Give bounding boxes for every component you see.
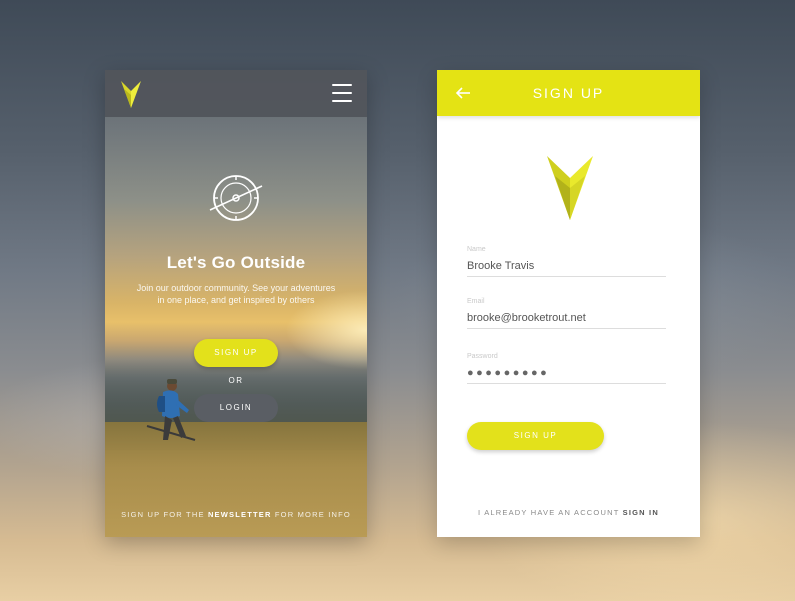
or-divider-text: OR (228, 376, 244, 385)
hero-subtitle-line: in one place, and get inspired by others (157, 295, 315, 305)
email-input[interactable]: brooke@brooketrout.net (467, 311, 666, 325)
footer-text: SIGN UP FOR THE (121, 510, 208, 519)
email-underline (467, 328, 666, 329)
password-field[interactable]: Password ●●●●●●●●● (467, 353, 666, 384)
hero-subtitle-line: Join our outdoor community. See your adv… (136, 283, 336, 293)
footer-text: I ALREADY HAVE AN ACCOUNT (478, 508, 623, 517)
name-field[interactable]: Name Brooke Travis (467, 246, 666, 277)
login-button[interactable]: LOGIN (194, 394, 278, 422)
name-label: Name (467, 246, 486, 253)
signup-header: SIGN UP (437, 70, 700, 116)
hero-subtitle: Join our outdoor community. See your adv… (125, 282, 347, 306)
signup-button[interactable]: SIGN UP (194, 339, 278, 367)
v-arrow-logo-icon (547, 156, 593, 220)
top-nav-bar (105, 70, 367, 117)
name-input[interactable]: Brooke Travis (467, 259, 666, 273)
compass-icon (209, 175, 263, 221)
signup-screen: SIGN UP Name Brooke Travis Email brooke@… (437, 70, 700, 537)
name-underline (467, 276, 666, 277)
email-field[interactable]: Email brooke@brooketrout.net (467, 298, 666, 329)
signin-footer: I ALREADY HAVE AN ACCOUNT SIGN IN (437, 508, 700, 517)
v-arrow-logo-icon[interactable] (121, 81, 141, 108)
page-title: SIGN UP (532, 85, 605, 101)
hamburger-menu-icon[interactable] (332, 84, 352, 102)
password-label: Password (467, 353, 498, 360)
email-label: Email (467, 298, 485, 305)
password-underline (467, 383, 666, 384)
hiker-figure (146, 379, 196, 441)
newsletter-footer: SIGN UP FOR THE NEWSLETTER FOR MORE INFO (105, 510, 367, 519)
signin-link[interactable]: SIGN IN (623, 508, 659, 517)
signup-submit-button[interactable]: SIGN UP (467, 422, 604, 450)
newsletter-link[interactable]: NEWSLETTER (208, 510, 272, 519)
hero-title: Let's Go Outside (166, 253, 306, 272)
password-input[interactable]: ●●●●●●●●● (467, 366, 666, 380)
footer-text: FOR MORE INFO (271, 510, 351, 519)
landing-screen: Let's Go Outside Join our outdoor commun… (105, 70, 367, 537)
